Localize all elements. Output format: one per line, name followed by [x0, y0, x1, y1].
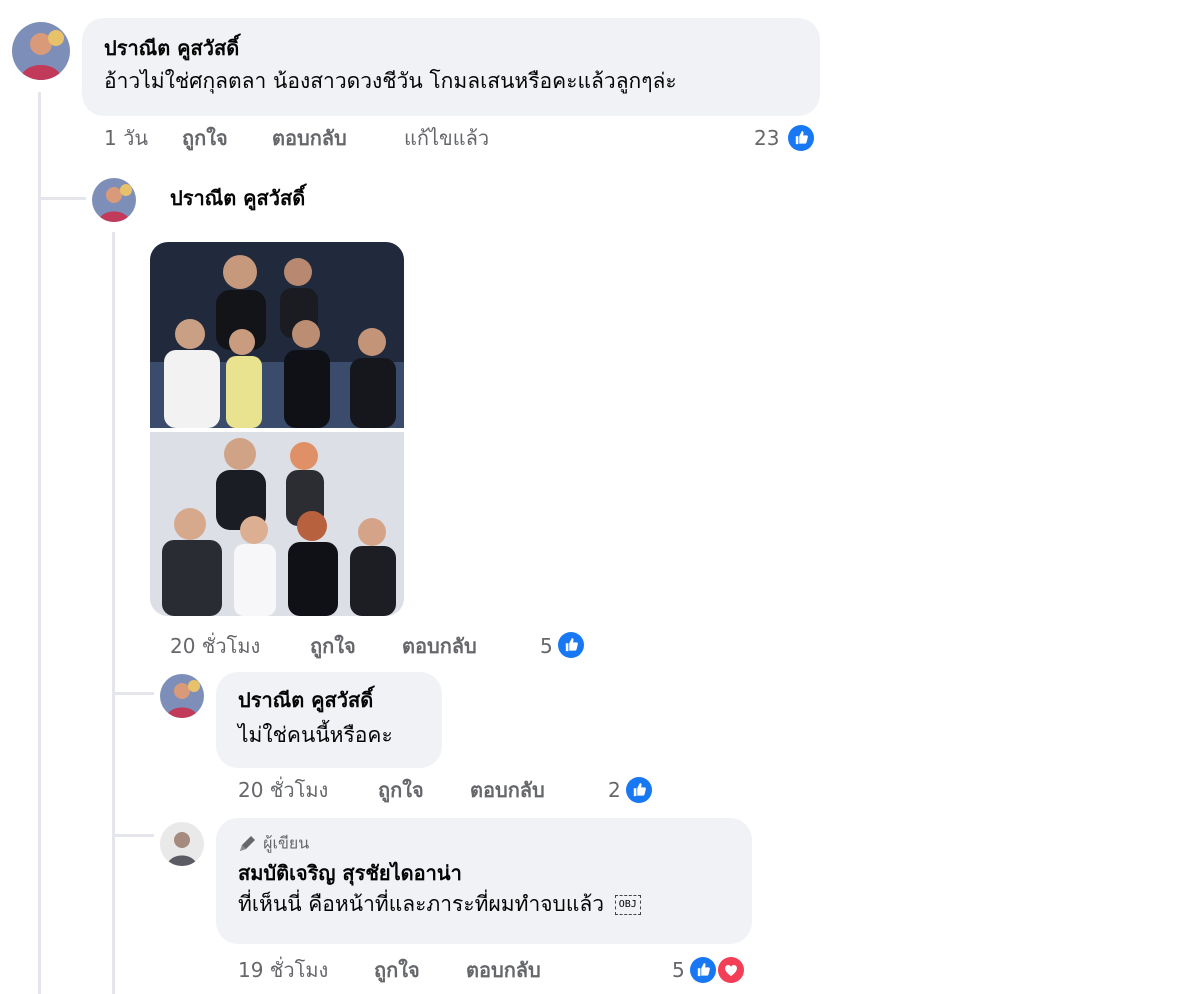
like-icon[interactable] — [688, 955, 718, 985]
comment-timestamp[interactable]: 20 ชั่วโมง — [238, 776, 328, 804]
reaction-count[interactable]: 5 — [672, 956, 685, 984]
author-badge: ผู้เขียน — [238, 832, 752, 855]
like-icon[interactable] — [556, 630, 586, 660]
comment-photo[interactable] — [150, 242, 404, 616]
thread-line — [112, 692, 154, 695]
like-button[interactable]: ถูกใจ — [182, 124, 228, 152]
comment-actions: 20 ชั่วโมง ถูกใจ ตอบกลับ — [170, 632, 530, 660]
avatar[interactable] — [160, 674, 204, 718]
avatar[interactable] — [12, 22, 70, 80]
thread-line — [38, 92, 41, 994]
reply-button[interactable]: ตอบกลับ — [466, 956, 541, 984]
author-badge-label: ผู้เขียน — [263, 833, 310, 853]
like-icon[interactable] — [786, 123, 816, 153]
like-button[interactable]: ถูกใจ — [310, 632, 356, 660]
reply-button[interactable]: ตอบกลับ — [470, 776, 545, 804]
avatar[interactable] — [160, 822, 204, 866]
comment-bubble: ผู้เขียน สมบัติเจริญ สุรชัยไดอาน่า ที่เห… — [216, 818, 752, 944]
comment-text: ไม่ใช่คนนี้หรือคะ — [238, 723, 393, 747]
comment-timestamp[interactable]: 20 ชั่วโมง — [170, 632, 260, 660]
reaction-count[interactable]: 2 — [608, 776, 621, 804]
comment-bubble: ปราณีต คูสวัสดิ์ ไม่ใช่คนนี้หรือคะ — [216, 672, 442, 768]
edited-label: แก้ไขแล้ว — [404, 126, 490, 150]
comment-actions: 20 ชั่วโมง ถูกใจ ตอบกลับ — [238, 776, 598, 804]
comment-bubble: ปราณีต คูสวัสดิ์ อ้าวไม่ใช่ศกุลตลา น้องส… — [82, 18, 820, 116]
like-button[interactable]: ถูกใจ — [374, 956, 420, 984]
thread-line — [112, 232, 115, 994]
comment-timestamp[interactable]: 19 ชั่วโมง — [238, 956, 328, 984]
reaction-count[interactable]: 23 — [754, 124, 779, 152]
comment-author[interactable]: สมบัติเจริญ สุรชัยไดอาน่า — [238, 859, 752, 887]
reply-button[interactable]: ตอบกลับ — [272, 124, 347, 152]
pencil-icon — [238, 835, 258, 853]
like-button[interactable]: ถูกใจ — [378, 776, 424, 804]
love-icon[interactable] — [716, 955, 746, 985]
comment-text: ที่เห็นนี่ คือหน้าที่และภาระที่ผมทำจบแล้… — [238, 889, 752, 919]
obj-emoji: OBJ — [614, 894, 641, 915]
reply-button[interactable]: ตอบกลับ — [402, 632, 477, 660]
comment-author[interactable]: ปราณีต คูสวัสดิ์ — [104, 34, 820, 62]
reaction-count[interactable]: 5 — [540, 632, 553, 660]
comment-author[interactable]: ปราณีต คูสวัสดิ์ — [170, 184, 305, 212]
comment-actions: 1 วัน ถูกใจ ตอบกลับ แก้ไขแล้ว — [104, 124, 604, 152]
comment-author[interactable]: ปราณีต คูสวัสดิ์ — [238, 686, 442, 714]
comment-actions: 19 ชั่วโมง ถูกใจ ตอบกลับ — [238, 956, 598, 984]
thread-line — [112, 834, 154, 837]
avatar[interactable] — [92, 178, 136, 222]
like-icon[interactable] — [624, 775, 654, 805]
thread-line — [38, 197, 86, 200]
comment-text: อ้าวไม่ใช่ศกุลตลา น้องสาวดวงชีวัน โกมลเส… — [104, 69, 677, 93]
comment-timestamp[interactable]: 1 วัน — [104, 124, 148, 152]
comment-text-body: ที่เห็นนี่ คือหน้าที่และภาระที่ผมทำจบแล้… — [238, 891, 605, 916]
